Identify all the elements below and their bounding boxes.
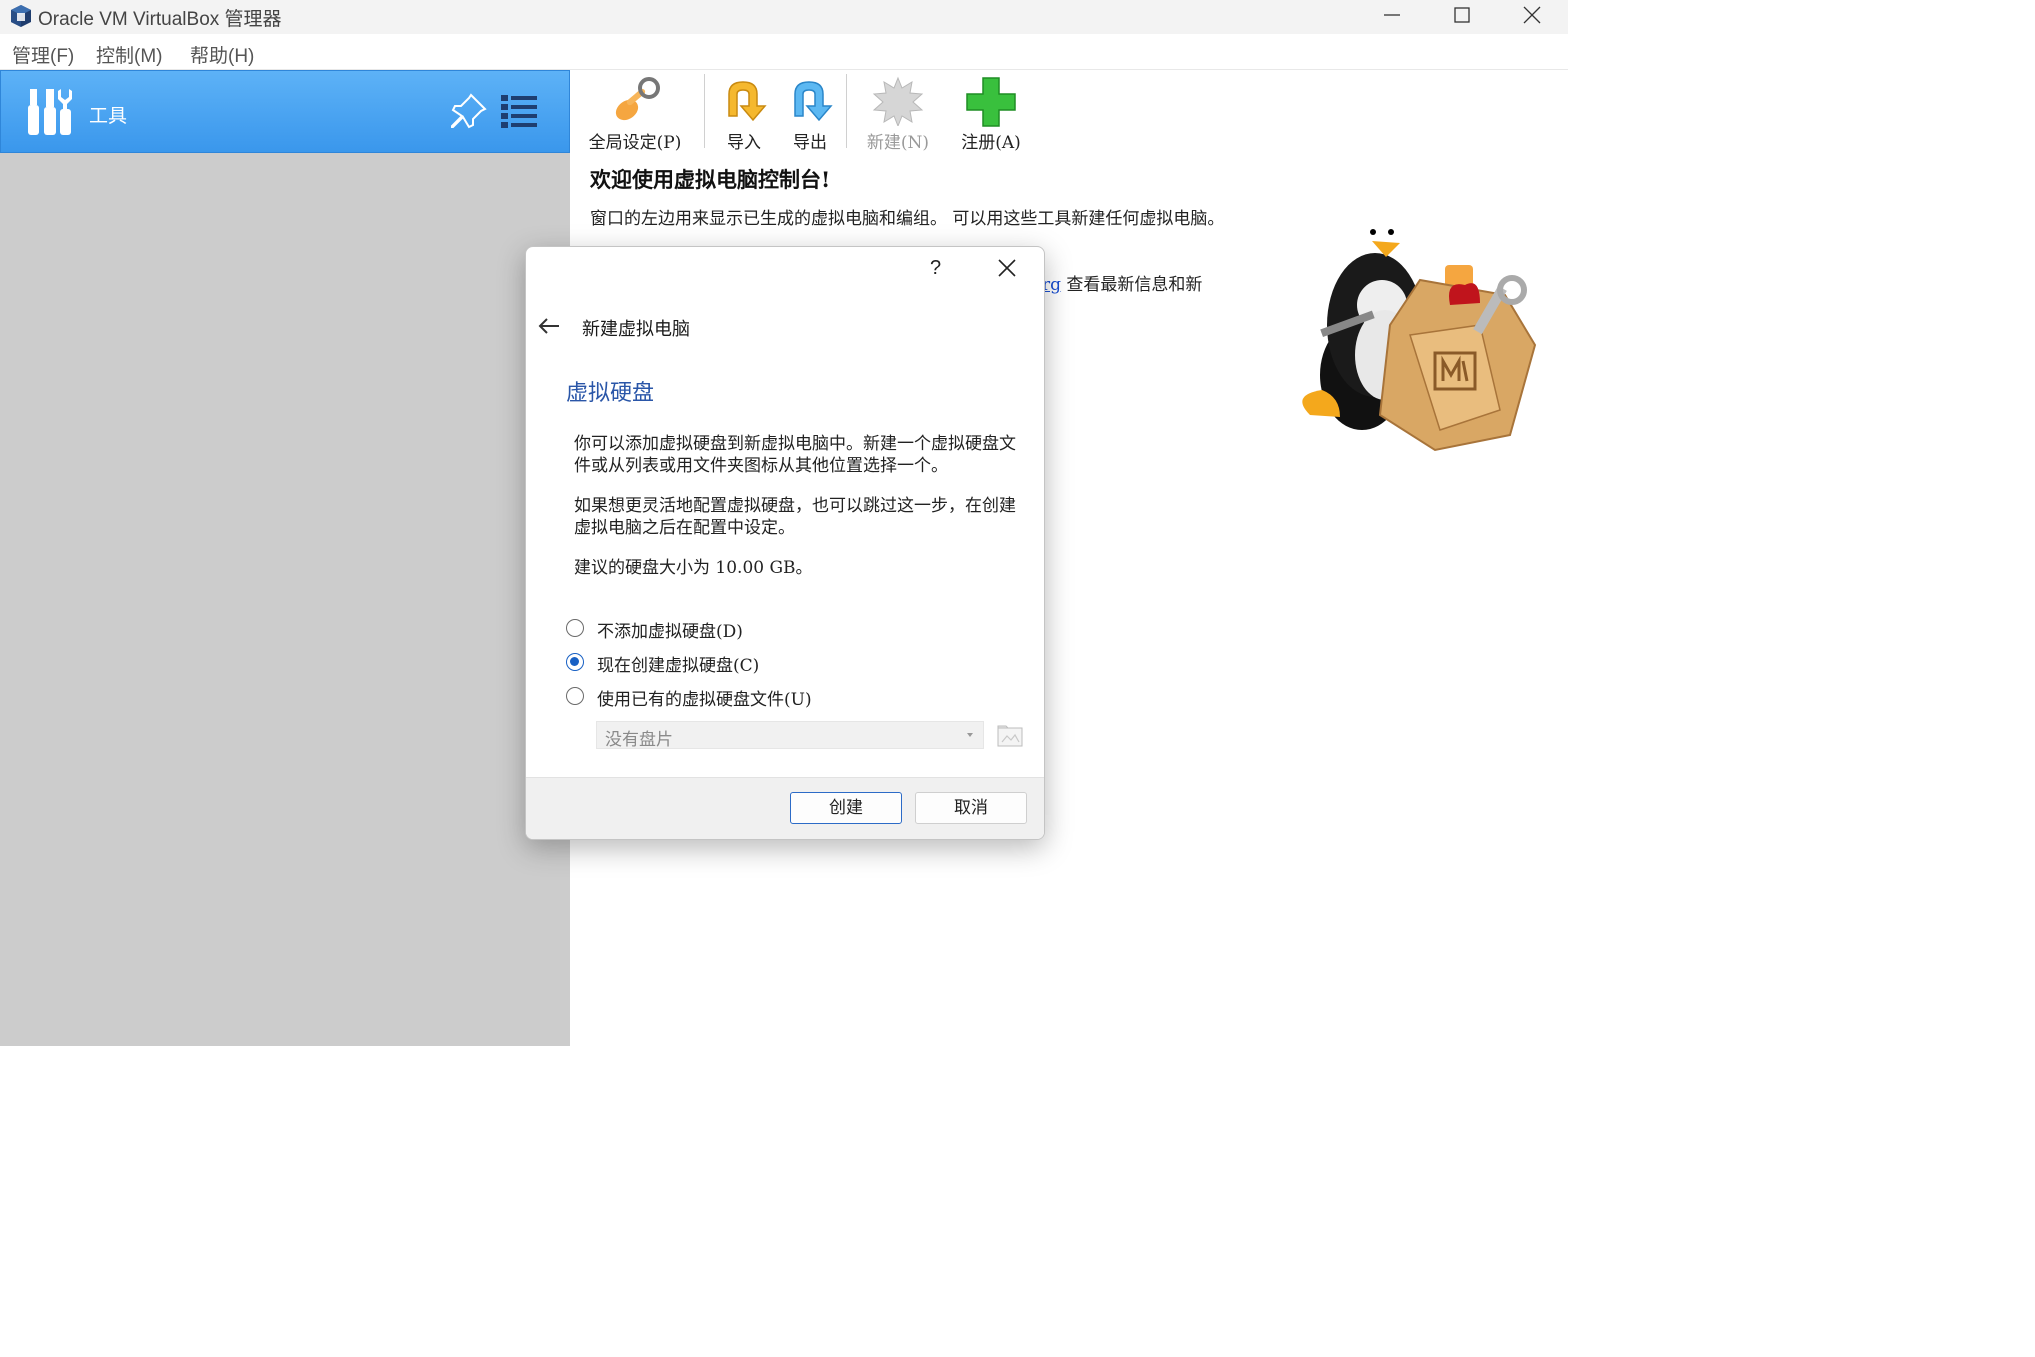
global-settings-label: 全局设定(P) <box>588 133 682 153</box>
new-vm-label: 新建(N) <box>866 133 930 153</box>
radio-label: 不添加虚拟硬盘(D) <box>597 622 743 642</box>
export-button[interactable]: 导出 <box>780 70 840 154</box>
back-arrow-icon[interactable] <box>538 317 560 335</box>
skip-hint-paragraph: 如果想更灵活地配置虚拟硬盘，也可以跳过这一步，在创建虚拟电脑之后在配置中设定。 <box>574 496 1016 538</box>
minimize-icon <box>1384 14 1400 16</box>
import-icon <box>728 81 767 122</box>
import-button[interactable]: 导入 <box>714 70 774 154</box>
radio-button[interactable] <box>566 619 584 637</box>
disk-select-value: 没有盘片 <box>605 730 673 750</box>
toolbar-separator <box>846 74 847 148</box>
new-vm-button: 新建(N) <box>858 70 938 154</box>
menu-help[interactable]: 帮助(H) <box>190 41 254 68</box>
window-title: Oracle VM VirtualBox 管理器 <box>38 9 282 30</box>
new-vm-dialog: ? 新建虚拟电脑 虚拟硬盘 你可以添加虚拟硬盘到新虚拟电脑中。新建一个虚拟硬盘文… <box>525 246 1045 840</box>
radio-label: 使用已有的虚拟硬盘文件(U) <box>597 690 812 710</box>
no-disk-option[interactable]: 不添加虚拟硬盘(D) <box>566 617 866 642</box>
close-icon <box>1523 6 1541 24</box>
tools-label: 工具 <box>89 105 128 127</box>
radio-button[interactable] <box>566 653 584 671</box>
maximize-button[interactable] <box>1426 0 1498 30</box>
minimize-button[interactable] <box>1356 0 1428 30</box>
menu-manage[interactable]: 管理(F) <box>12 41 74 68</box>
disk-file-select[interactable]: 没有盘片 <box>596 721 984 750</box>
title-bar: Oracle VM VirtualBox 管理器 <box>0 0 1568 34</box>
register-icon <box>966 77 1016 127</box>
page-heading: 虚拟硬盘 <box>566 381 655 406</box>
register-button[interactable]: 注册(A) <box>952 70 1030 154</box>
export-icon <box>794 81 833 122</box>
existing-disk-option[interactable]: 使用已有的虚拟硬盘文件(U) <box>566 685 866 710</box>
export-label: 导出 <box>793 133 827 153</box>
sidebar: 工具 <box>0 70 570 1046</box>
folder-icon[interactable] <box>996 721 1024 749</box>
pin-icon[interactable] <box>449 91 489 131</box>
create-button[interactable]: 创建 <box>790 792 902 824</box>
global-settings-icon <box>615 77 660 121</box>
create-disk-option[interactable]: 现在创建虚拟硬盘(C) <box>566 651 866 676</box>
recommended-size-text: 建议的硬盘大小为 10.00 GB。 <box>574 558 813 578</box>
welcome-title: 欢迎使用虚拟电脑控制台! <box>590 167 831 192</box>
virtualbox-logo-icon <box>11 5 31 27</box>
dialog-footer: 创建 取消 <box>526 777 1044 839</box>
import-label: 导入 <box>727 133 761 153</box>
maximize-icon <box>1454 7 1470 23</box>
sidebar-item-tools[interactable]: 工具 <box>0 70 570 153</box>
dialog-title: 新建虚拟电脑 <box>582 319 690 340</box>
global-settings-button[interactable]: 全局设定(P) <box>580 70 690 154</box>
welcome-text: 窗口的左边用来显示已生成的虚拟电脑和编组。 可以用这些工具新建任何虚拟电脑。 <box>590 209 1225 229</box>
toolbar-separator <box>704 74 705 148</box>
welcome-link-text: 查看最新信息和新 <box>1066 275 1203 295</box>
menu-bar: 管理(F) 控制(M) 帮助(H) <box>0 34 1568 70</box>
radio-label: 现在创建虚拟硬盘(C) <box>597 656 760 676</box>
radio-button[interactable] <box>566 687 584 705</box>
tools-icon <box>28 89 72 135</box>
cancel-button[interactable]: 取消 <box>915 792 1027 824</box>
new-vm-icon <box>872 76 924 126</box>
welcome-link-line: rg 查看最新信息和新 <box>1042 270 1202 295</box>
close-button[interactable] <box>1496 0 1568 30</box>
register-label: 注册(A) <box>961 133 1021 153</box>
penguin-toolbox-illustration <box>1302 225 1537 452</box>
help-button[interactable]: ? <box>930 257 941 280</box>
menu-control[interactable]: 控制(M) <box>96 41 162 68</box>
chevron-down-icon <box>967 733 973 737</box>
dialog-close-icon[interactable] <box>998 259 1016 277</box>
description-paragraph: 你可以添加虚拟硬盘到新虚拟电脑中。新建一个虚拟硬盘文件或从列表或用文件夹图标从其… <box>574 434 1016 476</box>
list-menu-icon[interactable] <box>499 93 539 129</box>
